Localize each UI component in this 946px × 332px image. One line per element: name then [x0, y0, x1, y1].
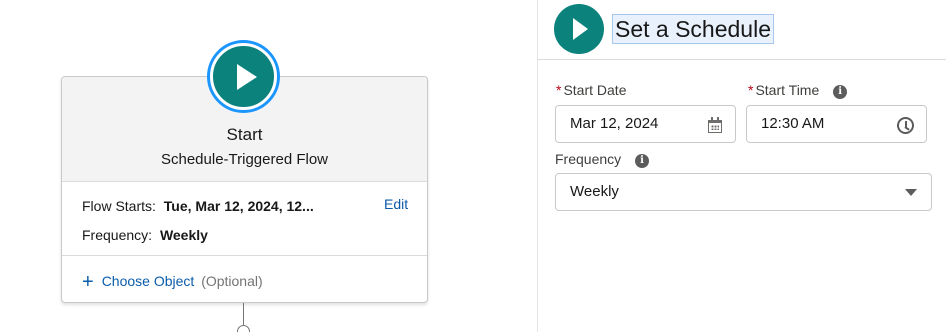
- required-indicator: *: [748, 82, 754, 98]
- start-date-input[interactable]: Mar 12, 2024: [555, 105, 736, 143]
- plus-icon: +: [82, 271, 94, 293]
- choose-object-link[interactable]: Choose Object: [102, 273, 195, 289]
- start-play-icon: [554, 4, 604, 54]
- flow-starts-label: Flow Starts:: [82, 198, 156, 214]
- flow-connector-line: [243, 303, 244, 326]
- start-time-value: 12:30 AM: [761, 115, 825, 132]
- flow-canvas: Start Schedule-Triggered Flow Flow Start…: [0, 0, 537, 332]
- edit-schedule-link[interactable]: Edit: [384, 196, 408, 212]
- start-card-subtitle: Schedule-Triggered Flow: [160, 151, 329, 168]
- optional-label: (Optional): [201, 273, 263, 289]
- start-date-label: * Start Date: [556, 82, 627, 98]
- flow-starts-value: Tue, Mar 12, 2024, 12...: [163, 198, 314, 214]
- required-indicator: *: [556, 82, 562, 98]
- frequency-select[interactable]: Weekly: [555, 173, 932, 211]
- start-time-input[interactable]: 12:30 AM: [746, 105, 927, 143]
- info-icon[interactable]: i: [833, 85, 848, 99]
- calendar-icon[interactable]: [707, 117, 723, 133]
- clock-icon[interactable]: [897, 117, 914, 134]
- dropdown-caret-icon: [905, 189, 917, 196]
- start-element-card[interactable]: Start Schedule-Triggered Flow Flow Start…: [61, 76, 428, 303]
- start-date-value: Mar 12, 2024: [570, 115, 659, 132]
- connector-add-node[interactable]: [237, 325, 250, 332]
- frequency-summary-value: Weekly: [159, 227, 208, 243]
- panel-title[interactable]: Set a Schedule: [612, 14, 775, 44]
- card-divider: [62, 255, 427, 256]
- start-card-title: Start: [226, 125, 263, 144]
- panel-header: Set a Schedule: [538, 0, 946, 60]
- start-play-icon[interactable]: [210, 43, 277, 110]
- choose-object-action[interactable]: + Choose Object (Optional): [82, 269, 263, 293]
- frequency-row: Frequency: Weekly: [82, 227, 208, 243]
- start-time-label: * Start Time i: [748, 82, 848, 99]
- info-icon[interactable]: i: [635, 154, 650, 168]
- frequency-select-value: Weekly: [570, 183, 619, 200]
- flow-starts-row: Flow Starts: Tue, Mar 12, 2024, 12...: [82, 198, 314, 214]
- schedule-properties-panel: Set a Schedule * Start Date Mar 12, 2024 …: [537, 0, 946, 332]
- frequency-summary-label: Frequency:: [82, 227, 153, 243]
- frequency-label: Frequency i: [555, 151, 650, 168]
